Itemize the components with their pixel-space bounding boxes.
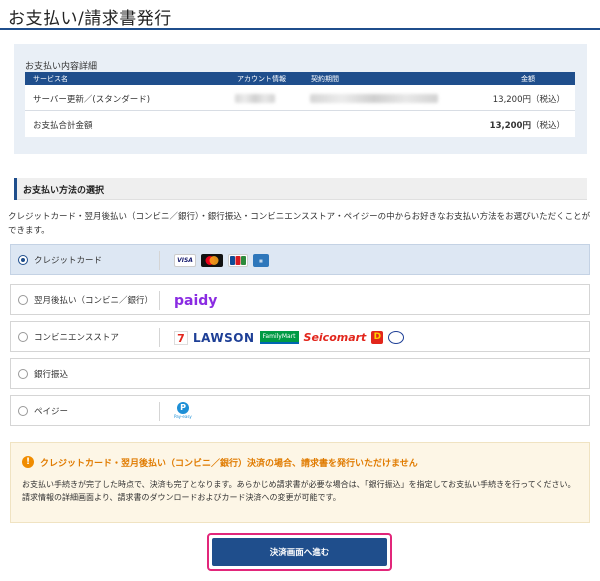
option-label: 翌月後払い（コンビニ／銀行） xyxy=(34,296,154,306)
account-info-redacted xyxy=(235,94,275,103)
visa-icon: VISA xyxy=(174,254,196,267)
option-divider xyxy=(159,402,160,421)
period-redacted xyxy=(310,94,438,103)
seven-eleven-icon: 7 xyxy=(174,330,188,345)
store-logos: 7 LAWSON FamilyMart Seicomart D xyxy=(174,328,405,347)
option-label: 銀行振込 xyxy=(34,370,69,380)
daily-yamazaki-icon: D xyxy=(371,331,384,344)
summary-total-row: お支払合計金額 13,200円（税込） xyxy=(25,111,575,137)
mastercard-icon xyxy=(201,254,223,267)
radio-bank-transfer[interactable] xyxy=(18,369,28,379)
payment-method-heading: お支払い方法の選択 xyxy=(23,186,105,196)
option-label: ペイジー xyxy=(34,407,69,417)
col-period: 契約期間 xyxy=(311,75,339,83)
option-label: コンビニエンスストア xyxy=(34,333,119,343)
payeasy-logo-wrap: P Pay-easy xyxy=(174,402,198,421)
paidy-logo-icon: paidy xyxy=(174,292,218,309)
familymart-logo: FamilyMart xyxy=(259,331,299,344)
payment-method-description: クレジットカード・翌月後払い（コンビニ／銀行）・銀行振込・コンビニエンスストア・… xyxy=(8,212,591,236)
summary-heading: お支払い内容詳細 xyxy=(25,62,98,72)
notice-title: クレジットカード・翌月後払い（コンビニ／銀行）決済の場合、請求書を発行いただけま… xyxy=(40,459,418,469)
title-divider xyxy=(0,28,600,30)
service-name: サーバー更新／(スタンダード) xyxy=(33,95,151,105)
amex-icon: ▦ xyxy=(253,254,269,267)
lawson-logo: LAWSON xyxy=(193,330,255,345)
proceed-to-payment-button[interactable]: 決済画面へ進む xyxy=(212,538,387,566)
radio-paidy[interactable] xyxy=(18,295,28,305)
radio-credit-card[interactable] xyxy=(18,255,28,265)
col-account: アカウント情報 xyxy=(237,75,286,83)
col-amount: 金額 xyxy=(521,75,535,83)
notice-body: お支払い手続きが完了した時点で、決済も完了となります。あらかじめ請求書が必要な場… xyxy=(22,480,576,502)
total-tax: （税込） xyxy=(530,121,565,131)
option-divider xyxy=(159,328,160,347)
total-label: お支払合計金額 xyxy=(33,121,93,131)
col-service: サービス名 xyxy=(33,75,68,83)
payment-summary-panel: お支払い内容詳細 サービス名 アカウント情報 契約期間 金額 サーバー更新／(ス… xyxy=(14,44,587,154)
seicomart-logo: Seicomart xyxy=(303,331,367,344)
jcb-icon xyxy=(228,254,248,267)
radio-convenience-store[interactable] xyxy=(18,332,28,342)
payeasy-logo-icon: P Pay-easy xyxy=(174,402,192,419)
option-bank-transfer[interactable]: 銀行振込 xyxy=(10,358,590,389)
summary-table: サービス名 アカウント情報 契約期間 金額 サーバー更新／(スタンダード) 13… xyxy=(25,72,575,137)
summary-table-header: サービス名 アカウント情報 契約期間 金額 xyxy=(25,72,575,85)
option-paidy[interactable]: 翌月後払い（コンビニ／銀行） paidy xyxy=(10,284,590,315)
total-amount: 13,200円 xyxy=(489,121,531,131)
page-title: お支払い/請求書発行 xyxy=(8,9,172,29)
radio-payeasy[interactable] xyxy=(18,406,28,416)
option-credit-card[interactable]: クレジットカード VISA ▦ xyxy=(10,244,590,275)
card-brand-logos: VISA ▦ xyxy=(174,251,269,270)
invoice-notice: ! クレジットカード・翌月後払い（コンビニ／銀行）決済の場合、請求書を発行いただ… xyxy=(10,442,590,523)
option-convenience-store[interactable]: コンビニエンスストア 7 LAWSON FamilyMart Seicomart… xyxy=(10,321,590,352)
option-divider xyxy=(159,251,160,270)
payeasy-logo-text: Pay-easy xyxy=(174,414,192,419)
option-label: クレジットカード xyxy=(34,256,103,266)
paidy-logo-wrap: paidy xyxy=(174,291,217,310)
row-amount: 13,200円（税込） xyxy=(492,95,565,105)
payment-method-header: お支払い方法の選択 xyxy=(14,178,587,200)
section-accent-bar xyxy=(14,178,17,200)
total-amount-group: 13,200円（税込） xyxy=(490,119,565,131)
warning-icon: ! xyxy=(22,456,34,468)
option-payeasy[interactable]: ペイジー P Pay-easy xyxy=(10,395,590,426)
ministop-icon xyxy=(388,331,405,344)
table-row: サーバー更新／(スタンダード) 13,200円（税込） xyxy=(25,85,575,111)
option-divider xyxy=(159,291,160,310)
